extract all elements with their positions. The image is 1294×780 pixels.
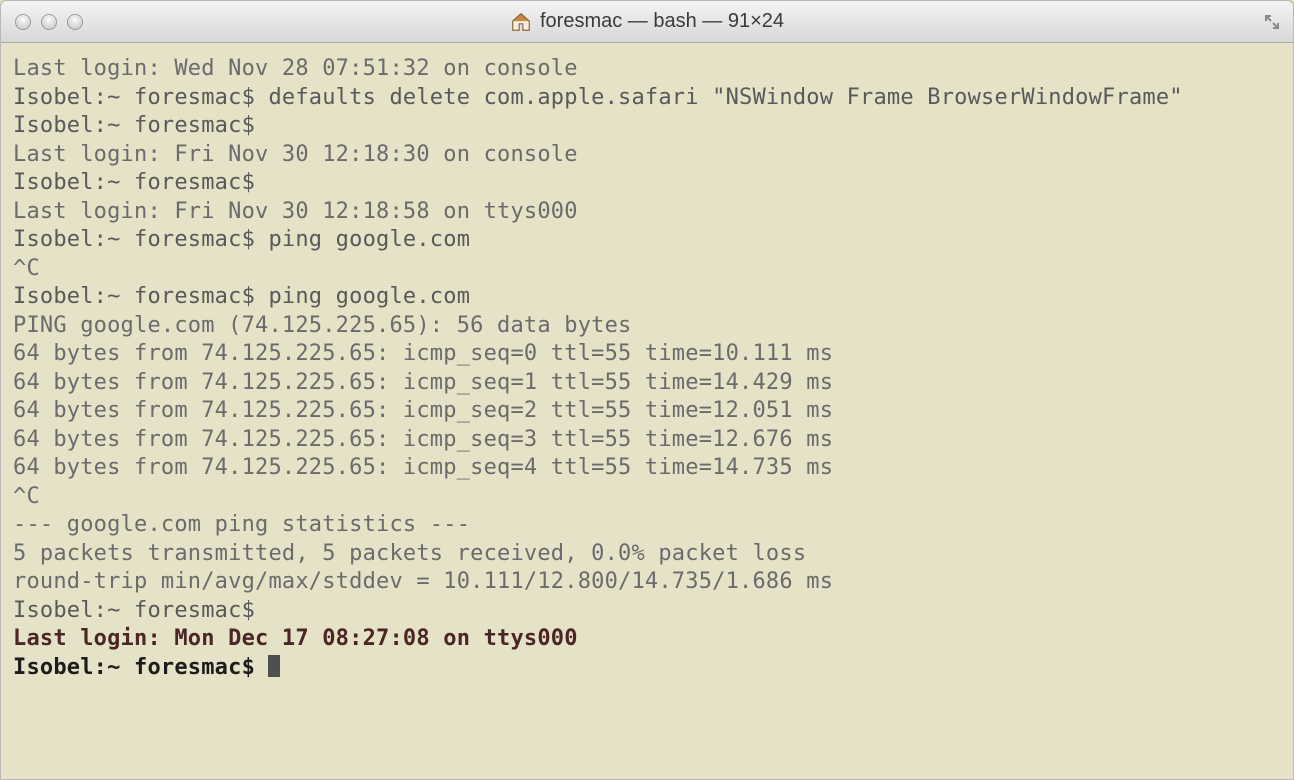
- zoom-button[interactable]: [67, 14, 83, 30]
- terminal-line: Isobel:~ foresmac$: [13, 169, 1281, 198]
- terminal-line: PING google.com (74.125.225.65): 56 data…: [13, 312, 1281, 341]
- terminal-window: foresmac — bash — 91×24 Last login: Wed …: [0, 0, 1294, 780]
- terminal-line: 5 packets transmitted, 5 packets receive…: [13, 540, 1281, 569]
- minimize-button[interactable]: [41, 14, 57, 30]
- terminal-line: Isobel:~ foresmac$: [13, 112, 1281, 141]
- terminal-line: 64 bytes from 74.125.225.65: icmp_seq=1 …: [13, 369, 1281, 398]
- cursor: [268, 655, 280, 677]
- terminal-line: Isobel:~ foresmac$: [13, 654, 1281, 683]
- terminal-line: 64 bytes from 74.125.225.65: icmp_seq=4 …: [13, 454, 1281, 483]
- terminal-line: 64 bytes from 74.125.225.65: icmp_seq=0 …: [13, 340, 1281, 369]
- terminal-line: --- google.com ping statistics ---: [13, 511, 1281, 540]
- terminal-line: Isobel:~ foresmac$ ping google.com: [13, 283, 1281, 312]
- terminal-line: round-trip min/avg/max/stddev = 10.111/1…: [13, 568, 1281, 597]
- terminal-line: Last login: Wed Nov 28 07:51:32 on conso…: [13, 55, 1281, 84]
- terminal-line: Last login: Mon Dec 17 08:27:08 on ttys0…: [13, 625, 1281, 654]
- terminal-line: ^C: [13, 255, 1281, 284]
- terminal-line: ^C: [13, 483, 1281, 512]
- terminal-line: Isobel:~ foresmac$: [13, 597, 1281, 626]
- terminal-line: Last login: Fri Nov 30 12:18:58 on ttys0…: [13, 198, 1281, 227]
- home-icon: [510, 11, 532, 33]
- terminal-output[interactable]: Last login: Wed Nov 28 07:51:32 on conso…: [1, 43, 1293, 779]
- close-button[interactable]: [15, 14, 31, 30]
- terminal-line: 64 bytes from 74.125.225.65: icmp_seq=3 …: [13, 426, 1281, 455]
- window-titlebar[interactable]: foresmac — bash — 91×24: [1, 1, 1293, 43]
- terminal-line: Isobel:~ foresmac$ defaults delete com.a…: [13, 84, 1281, 113]
- fullscreen-button[interactable]: [1261, 11, 1283, 33]
- traffic-lights: [15, 14, 83, 30]
- window-title: foresmac — bash — 91×24: [540, 10, 784, 33]
- terminal-line: Isobel:~ foresmac$ ping google.com: [13, 226, 1281, 255]
- terminal-line: 64 bytes from 74.125.225.65: icmp_seq=2 …: [13, 397, 1281, 426]
- window-title-group: foresmac — bash — 91×24: [510, 10, 784, 33]
- terminal-line: Last login: Fri Nov 30 12:18:30 on conso…: [13, 141, 1281, 170]
